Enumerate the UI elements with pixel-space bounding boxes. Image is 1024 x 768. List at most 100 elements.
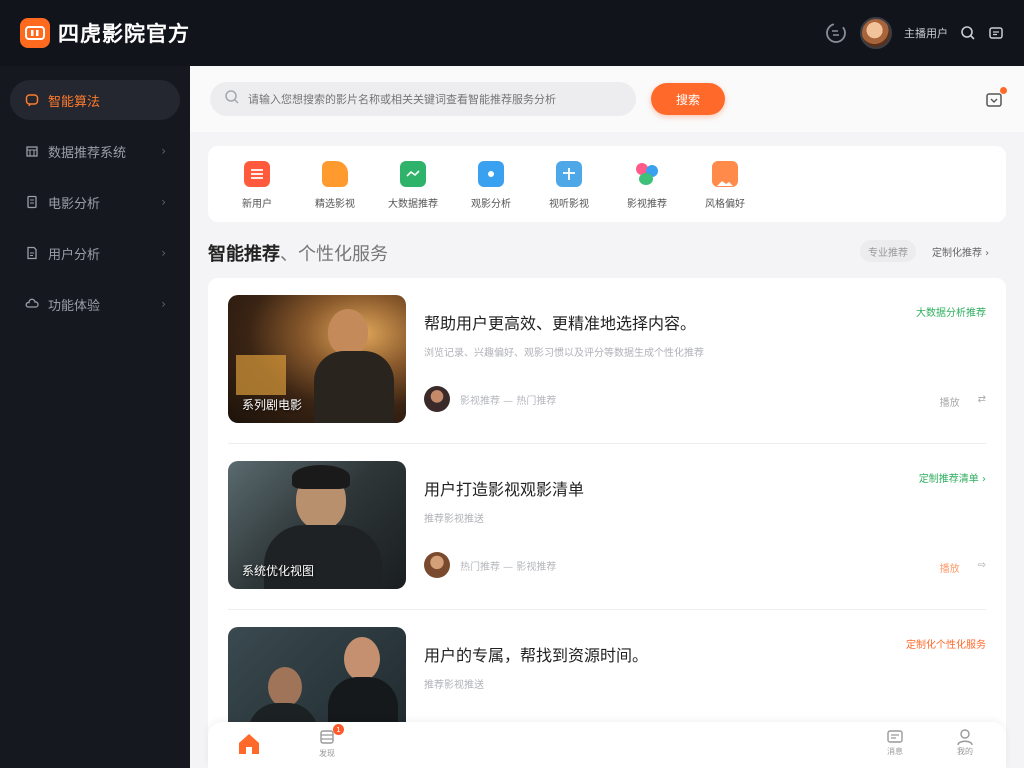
category-item[interactable]: 大数据推荐 xyxy=(374,146,452,222)
search-field[interactable] xyxy=(210,82,636,116)
cloud-icon xyxy=(24,296,40,312)
sidebar: 智能算法 数据推荐系统 › 电影分析 › 用户分析 › 功能体验 › xyxy=(0,66,190,768)
thumbnail-caption: 系统优化视图 xyxy=(242,564,315,578)
search-icon[interactable] xyxy=(960,25,976,41)
chevron-right-icon: › xyxy=(161,246,166,260)
card-actions: 播放 ⇄ xyxy=(940,394,986,409)
category-item[interactable]: 新用户 xyxy=(218,146,296,222)
search-icon xyxy=(224,89,240,109)
category-row: 新用户 精选影视 大数据推荐 观影分析 视听影视 影视推荐 风格偏好 xyxy=(208,146,1006,222)
chevron-right-icon: › xyxy=(161,195,166,209)
refresh-icon[interactable]: ⇄ xyxy=(978,394,986,409)
category-label: 风格偏好 xyxy=(705,199,745,210)
category-label: 大数据推荐 xyxy=(388,199,438,210)
chevron-right-icon: › xyxy=(161,144,166,158)
search-input[interactable] xyxy=(248,92,588,106)
movie-thumbnail[interactable]: 系统优化视图 xyxy=(228,461,406,589)
recommend-list: 系列剧电影 帮助用户更高效、更精准地选择内容。 浏览记录、兴趣偏好、观影习惯以及… xyxy=(208,278,1006,768)
user-avatar[interactable] xyxy=(860,17,892,49)
movie-thumbnail[interactable]: 系列剧电影 xyxy=(228,295,406,423)
category-item[interactable]: 影视推荐 xyxy=(608,146,686,222)
message-icon[interactable] xyxy=(988,25,1004,41)
avatar[interactable] xyxy=(424,552,450,578)
card-description: 推荐影视推送 xyxy=(424,514,484,525)
author-text: 影视推荐 — 热门推荐 xyxy=(460,395,557,407)
sidebar-item-movie-analysis[interactable]: 电影分析 › xyxy=(10,182,180,222)
nav-label: 消息 xyxy=(887,747,903,756)
nav-label: 发现 xyxy=(319,749,335,758)
document-icon xyxy=(24,194,40,210)
puzzle-icon xyxy=(322,161,348,187)
category-label: 视听影视 xyxy=(549,199,589,210)
message-icon xyxy=(887,730,903,743)
category-label: 新用户 xyxy=(242,199,272,210)
section-chip[interactable]: 专业推荐 xyxy=(860,240,916,262)
category-item[interactable]: 视听影视 xyxy=(530,146,608,222)
thumbnail-caption: 系列剧电影 xyxy=(242,398,303,412)
card-author: 影视推荐 — 热门推荐 xyxy=(424,386,556,412)
refresh-icon[interactable] xyxy=(824,21,848,45)
chevron-right-icon: › xyxy=(161,297,166,311)
user-icon xyxy=(957,729,973,746)
username[interactable]: 主播用户 xyxy=(904,25,948,41)
building-icon xyxy=(24,143,40,159)
top-bar: 四虎影院官方 主播用户 xyxy=(0,0,1024,66)
category-item[interactable]: 精选影视 xyxy=(296,146,374,222)
nav-home[interactable] xyxy=(236,732,262,756)
nav-label: 我的 xyxy=(957,747,973,756)
bottom-navigation: 1 发现 消息 我的 xyxy=(208,722,1006,768)
card-tag[interactable]: 定制化个性化服务 xyxy=(906,636,986,651)
card-author: 热门推荐 — 影视推荐 xyxy=(424,552,556,578)
shapes-icon xyxy=(634,161,660,187)
section-title-light: 、个性化服务 xyxy=(280,244,388,265)
card-description: 浏览记录、兴趣偏好、观影习惯以及评分等数据生成个性化推荐 xyxy=(424,348,704,359)
avatar[interactable] xyxy=(424,386,450,412)
card-title[interactable]: 帮助用户更高效、更精准地选择内容。 xyxy=(424,310,696,334)
category-item[interactable]: 风格偏好 xyxy=(686,146,764,222)
home-icon xyxy=(239,734,259,754)
section-more-link[interactable]: 定制化推荐 › xyxy=(932,244,989,259)
card-description: 推荐影视推送 xyxy=(424,680,484,691)
logo-icon[interactable] xyxy=(20,18,50,48)
gift-icon xyxy=(556,161,582,187)
nav-profile[interactable]: 我的 xyxy=(956,728,974,757)
list-icon xyxy=(244,161,270,187)
card-tag[interactable]: 大数据分析推荐 xyxy=(916,304,986,319)
section-title-bold: 智能推荐 xyxy=(208,244,280,265)
chat-icon xyxy=(24,92,40,108)
category-item[interactable]: 观影分析 xyxy=(452,146,530,222)
sidebar-item-label: 功能体验 xyxy=(48,298,101,314)
category-label: 观影分析 xyxy=(471,199,511,210)
share-icon[interactable]: ⇨ xyxy=(978,560,986,575)
card-title[interactable]: 用户的专属，帮找到资源时间。 xyxy=(424,642,648,666)
card-tag[interactable]: 定制推荐清单 › xyxy=(919,470,986,485)
search-button[interactable]: 搜索 xyxy=(651,83,725,115)
sidebar-item-label: 电影分析 xyxy=(48,196,101,212)
sidebar-item-label: 用户分析 xyxy=(48,247,101,263)
card-actions: 播放 ⇨ xyxy=(940,560,986,575)
category-label: 影视推荐 xyxy=(627,199,667,210)
play-link[interactable]: 播放 xyxy=(940,560,960,575)
notification-dot xyxy=(1000,87,1007,94)
sidebar-item-label: 智能算法 xyxy=(48,94,101,110)
file-icon xyxy=(24,245,40,261)
brand-title: 四虎影院官方 xyxy=(58,22,190,46)
list-item[interactable]: 系统优化视图 用户打造影视观影清单 推荐影视推送 热门推荐 — 影视推荐 定制推… xyxy=(228,444,986,610)
sidebar-item-label: 数据推荐系统 xyxy=(48,145,127,161)
picture-icon xyxy=(712,161,738,187)
notification-button[interactable] xyxy=(984,87,1007,110)
main-content: 搜索 新用户 精选影视 大数据推荐 观影分析 视听影视 xyxy=(190,66,1024,768)
author-text: 热门推荐 — 影视推荐 xyxy=(460,561,557,573)
category-label: 精选影视 xyxy=(315,199,355,210)
camera-icon xyxy=(478,161,504,187)
card-title[interactable]: 用户打造影视观影清单 xyxy=(424,476,584,500)
folder-icon xyxy=(400,161,426,187)
sidebar-item-data-recommend[interactable]: 数据推荐系统 › xyxy=(10,131,180,171)
play-link[interactable]: 播放 xyxy=(940,394,960,409)
sidebar-item-user-analysis[interactable]: 用户分析 › xyxy=(10,233,180,273)
nav-messages[interactable]: 消息 xyxy=(886,728,904,757)
sidebar-item-feature-experience[interactable]: 功能体验 › xyxy=(10,284,180,324)
list-item[interactable]: 系列剧电影 帮助用户更高效、更精准地选择内容。 浏览记录、兴趣偏好、观影习惯以及… xyxy=(228,278,986,444)
nav-discover[interactable]: 1 发现 xyxy=(318,724,344,759)
sidebar-item-smart-algorithm[interactable]: 智能算法 xyxy=(10,80,180,120)
